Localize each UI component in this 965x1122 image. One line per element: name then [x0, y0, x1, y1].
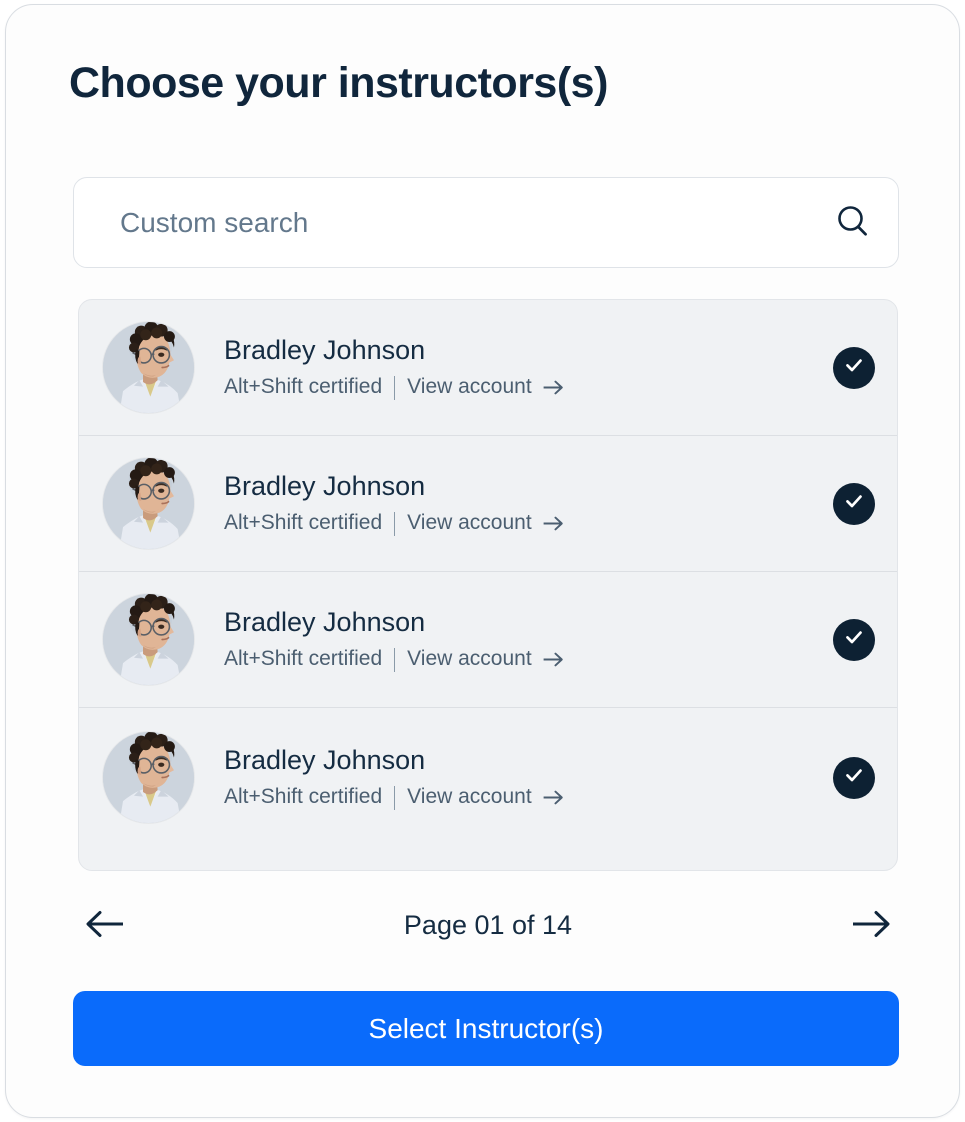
page-indicator: Page 01 of 14	[403, 909, 573, 940]
instructor-meta: Alt+Shift certified View account	[224, 511, 833, 536]
instructor-meta: Alt+Shift certified View account	[224, 375, 833, 400]
avatar	[103, 458, 194, 549]
meta-divider	[394, 375, 396, 400]
instructor-name: Bradley Johnson	[224, 745, 426, 776]
arrow-right-icon	[543, 379, 564, 396]
search-icon	[835, 203, 871, 242]
previous-page-button[interactable]	[78, 898, 132, 952]
arrow-left-icon	[85, 908, 125, 943]
screen: Choose your instructors(s) Bra	[0, 0, 965, 1122]
instructor-info: Bradley Johnson Alt+Shift certified View…	[224, 471, 833, 536]
avatar	[103, 322, 194, 413]
search-input[interactable]	[118, 205, 816, 240]
arrow-right-icon	[543, 515, 564, 532]
search-field[interactable]	[73, 177, 899, 268]
search-button[interactable]	[816, 186, 890, 260]
instructor-row[interactable]: Bradley Johnson Alt+Shift certified View…	[79, 300, 897, 436]
instructor-meta: Alt+Shift certified View account	[224, 647, 833, 672]
instructor-row[interactable]: Bradley Johnson Alt+Shift certified View…	[79, 572, 897, 708]
avatar	[103, 594, 194, 685]
view-account-link[interactable]: View account	[407, 647, 532, 671]
check-icon	[842, 353, 866, 382]
instructor-name: Bradley Johnson	[224, 607, 426, 638]
instructor-selection-card: Choose your instructors(s) Bra	[5, 4, 960, 1118]
check-icon	[842, 489, 866, 518]
selected-checkbox[interactable]	[833, 756, 875, 799]
instructor-meta: Alt+Shift certified View account	[224, 785, 833, 810]
check-icon	[842, 763, 866, 792]
arrow-right-icon	[851, 908, 891, 943]
certification-label: Alt+Shift certified	[224, 511, 383, 535]
selected-checkbox[interactable]	[833, 482, 875, 525]
selected-checkbox[interactable]	[833, 618, 875, 661]
certification-label: Alt+Shift certified	[224, 375, 383, 399]
instructor-name: Bradley Johnson	[224, 335, 426, 366]
view-account-link[interactable]: View account	[407, 375, 532, 399]
check-icon	[842, 625, 866, 654]
selected-checkbox[interactable]	[833, 346, 875, 389]
meta-divider	[394, 785, 396, 810]
pagination: Page 01 of 14	[78, 898, 898, 952]
instructor-list: Bradley Johnson Alt+Shift certified View…	[78, 299, 898, 871]
instructor-name: Bradley Johnson	[224, 471, 426, 502]
instructor-info: Bradley Johnson Alt+Shift certified View…	[224, 607, 833, 672]
certification-label: Alt+Shift certified	[224, 647, 383, 671]
view-account-link[interactable]: View account	[407, 511, 532, 535]
instructor-info: Bradley Johnson Alt+Shift certified View…	[224, 335, 833, 400]
page-title: Choose your instructors(s)	[69, 59, 608, 107]
meta-divider	[394, 511, 396, 536]
certification-label: Alt+Shift certified	[224, 785, 383, 809]
view-account-link[interactable]: View account	[407, 785, 532, 809]
instructor-info: Bradley Johnson Alt+Shift certified View…	[224, 745, 833, 810]
instructor-row[interactable]: Bradley Johnson Alt+Shift certified View…	[79, 436, 897, 572]
avatar	[103, 732, 194, 823]
instructor-row[interactable]: Bradley Johnson Alt+Shift certified View…	[79, 708, 897, 847]
arrow-right-icon	[543, 789, 564, 806]
meta-divider	[394, 647, 396, 672]
next-page-button[interactable]	[844, 898, 898, 952]
select-instructors-button[interactable]: Select Instructor(s)	[73, 991, 899, 1066]
arrow-right-icon	[543, 651, 564, 668]
